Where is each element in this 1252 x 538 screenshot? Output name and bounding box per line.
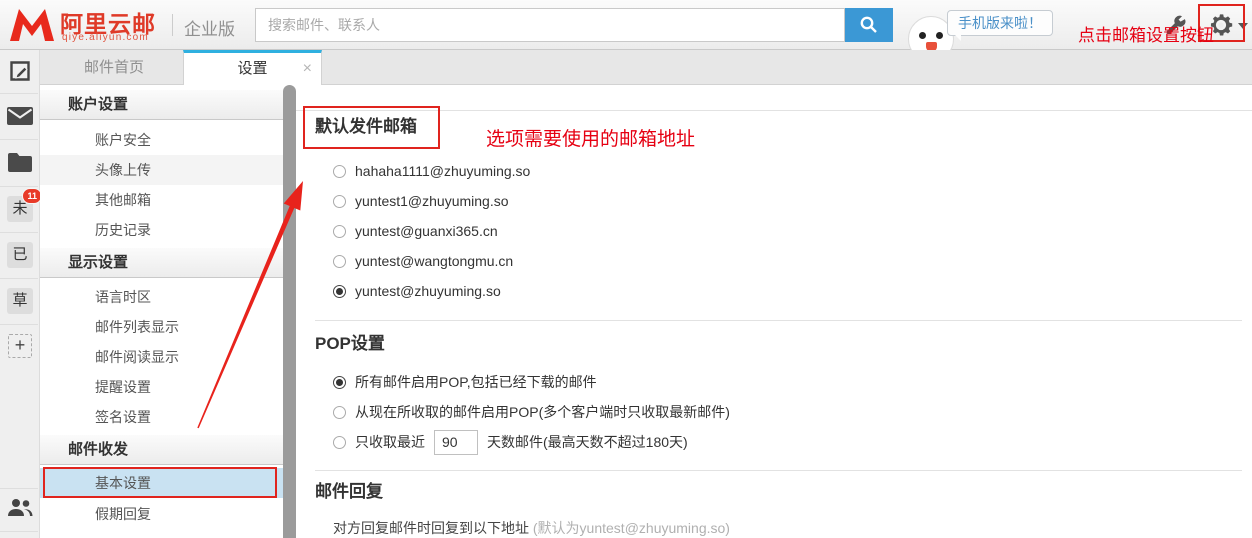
menu-item-account-security[interactable]: 账户安全	[40, 125, 283, 155]
tab-bar: 邮件首页 设置 ×	[40, 50, 1252, 85]
avatar-eye	[919, 32, 926, 39]
sent-mail-label: 已	[7, 242, 33, 268]
section-title-default-sender: 默认发件邮箱	[315, 112, 417, 142]
search-button[interactable]	[845, 8, 893, 42]
close-icon[interactable]: ×	[303, 53, 312, 84]
menu-item-language-timezone[interactable]: 语言时区	[40, 282, 283, 312]
sender-option-row[interactable]: hahaha1111@zhuyuming.so	[333, 156, 1242, 186]
menu-item-other-mailbox[interactable]: 其他邮箱	[40, 185, 283, 215]
radio-checked-icon[interactable]	[333, 285, 346, 298]
compose-icon	[8, 59, 32, 83]
sender-option-row[interactable]: yuntest1@zhuyuming.so	[333, 186, 1242, 216]
contacts-button[interactable]	[0, 498, 40, 517]
sender-option-label[interactable]: hahaha1111@zhuyuming.so	[355, 163, 530, 179]
rail-divider	[0, 139, 38, 140]
tab-settings-label: 设置	[237, 60, 267, 77]
mobile-version-bubble[interactable]: 手机版来啦！	[947, 10, 1053, 36]
menu-item-vacation-reply[interactable]: 假期回复	[40, 499, 283, 529]
sender-option-row[interactable]: yuntest@wangtongmu.cn	[333, 246, 1242, 276]
radio-unchecked-icon[interactable]	[333, 406, 346, 419]
envelope-icon	[7, 107, 33, 125]
sender-option-row-selected[interactable]: yuntest@zhuyuming.so	[333, 276, 1242, 306]
section-title-reply: 邮件回复	[315, 477, 383, 507]
radio-unchecked-icon[interactable]	[333, 165, 346, 178]
pop-option-label[interactable]: 从现在所收取的邮件启用POP(多个客户端时只收取最新邮件)	[355, 402, 730, 422]
mobile-version-label: 手机版来啦！	[958, 15, 1042, 31]
brand-domain: qiye.aliyun.com	[62, 32, 149, 43]
unread-mail-button[interactable]: 未 11	[0, 196, 40, 222]
section-title-pop: POP设置	[315, 329, 385, 359]
wrench-icon[interactable]	[1163, 13, 1187, 37]
add-folder-button[interactable]: +	[0, 334, 40, 358]
folder-icon	[7, 151, 33, 172]
plus-icon: +	[8, 334, 32, 358]
rail-divider	[0, 278, 38, 279]
contacts-icon	[7, 498, 33, 517]
tab-mail-home[interactable]: 邮件首页	[45, 50, 183, 85]
menu-item-reading-display[interactable]: 邮件阅读显示	[40, 342, 283, 372]
menu-scrollbar[interactable]	[283, 85, 296, 538]
menu-item-history[interactable]: 历史记录	[40, 215, 283, 245]
brand-logo-icon	[8, 7, 56, 43]
menu-item-basic-settings[interactable]: 基本设置	[40, 468, 283, 498]
pop-option-row-days[interactable]: 只收取最近 天数邮件(最高天数不超过180天)	[333, 427, 1242, 457]
sent-mail-button[interactable]: 已	[0, 242, 40, 268]
bubble-tail	[954, 34, 961, 41]
draft-mail-button[interactable]: 草	[0, 288, 40, 314]
radio-unchecked-icon[interactable]	[333, 225, 346, 238]
tab-settings[interactable]: 设置 ×	[183, 50, 322, 85]
menu-item-avatar-upload[interactable]: 头像上传	[40, 155, 283, 185]
radio-unchecked-icon[interactable]	[333, 255, 346, 268]
left-icon-rail: 未 11 已 草 +	[0, 50, 40, 538]
pop-option-row-selected[interactable]: 所有邮件启用POP,包括已经下载的邮件	[333, 367, 1242, 397]
sender-option-row[interactable]: yuntest@guanxi365.cn	[333, 216, 1242, 246]
compose-button[interactable]	[0, 59, 40, 83]
reply-address-default-hint: (默认为yuntest@zhuyuming.so)	[533, 520, 730, 536]
section-divider	[315, 470, 1242, 471]
search-icon	[859, 15, 879, 35]
sender-option-label[interactable]: yuntest@guanxi365.cn	[355, 223, 498, 239]
rail-divider	[0, 488, 38, 489]
menu-item-reminder[interactable]: 提醒设置	[40, 372, 283, 402]
search-input[interactable]	[255, 8, 845, 42]
rail-divider	[0, 186, 38, 187]
rail-divider	[0, 531, 38, 532]
rail-divider	[0, 93, 38, 94]
rail-divider	[0, 324, 38, 325]
sender-option-label[interactable]: yuntest1@zhuyuming.so	[355, 193, 509, 209]
folders-button[interactable]	[0, 151, 40, 172]
rail-divider	[0, 232, 38, 233]
brand-separator	[172, 14, 173, 36]
reply-address-line: 对方回复邮件时回复到以下地址 (默认为yuntest@zhuyuming.so)	[333, 518, 730, 538]
pop-days-input[interactable]	[434, 430, 478, 455]
menu-item-list-display[interactable]: 邮件列表显示	[40, 312, 283, 342]
gear-icon[interactable]	[1207, 11, 1235, 39]
chevron-down-icon[interactable]	[1238, 23, 1248, 29]
menu-item-signature[interactable]: 签名设置	[40, 402, 283, 432]
header: 阿里云邮 qiye.aliyun.com 企业版 手机版来啦！	[0, 0, 1252, 50]
radio-unchecked-icon[interactable]	[333, 195, 346, 208]
radio-unchecked-icon[interactable]	[333, 436, 346, 449]
draft-mail-label: 草	[7, 288, 33, 314]
inbox-button[interactable]	[0, 107, 40, 125]
section-divider	[296, 110, 1252, 111]
sender-option-label[interactable]: yuntest@zhuyuming.so	[355, 283, 501, 299]
settings-content: 默认发件邮箱 hahaha1111@zhuyuming.so yuntest1@…	[296, 85, 1252, 538]
pop-days-suffix: 天数邮件(最高天数不超过180天)	[487, 432, 688, 452]
reply-address-text: 对方回复邮件时回复到以下地址	[333, 520, 533, 536]
radio-checked-icon[interactable]	[333, 376, 346, 389]
avatar-eye	[936, 32, 943, 39]
pop-option-row[interactable]: 从现在所收取的邮件启用POP(多个客户端时只收取最新邮件)	[333, 397, 1242, 427]
sender-option-label[interactable]: yuntest@wangtongmu.cn	[355, 253, 513, 269]
pop-option-label[interactable]: 所有邮件启用POP,包括已经下载的邮件	[355, 372, 597, 392]
settings-menu: 账户设置 账户安全 头像上传 其他邮箱 历史记录 显示设置 语言时区 邮件列表显…	[40, 85, 283, 538]
edition-label: 企业版	[184, 15, 235, 40]
unread-mail-label: 未 11	[7, 196, 33, 222]
section-divider	[315, 320, 1242, 321]
pop-days-prefix: 只收取最近	[355, 432, 425, 452]
